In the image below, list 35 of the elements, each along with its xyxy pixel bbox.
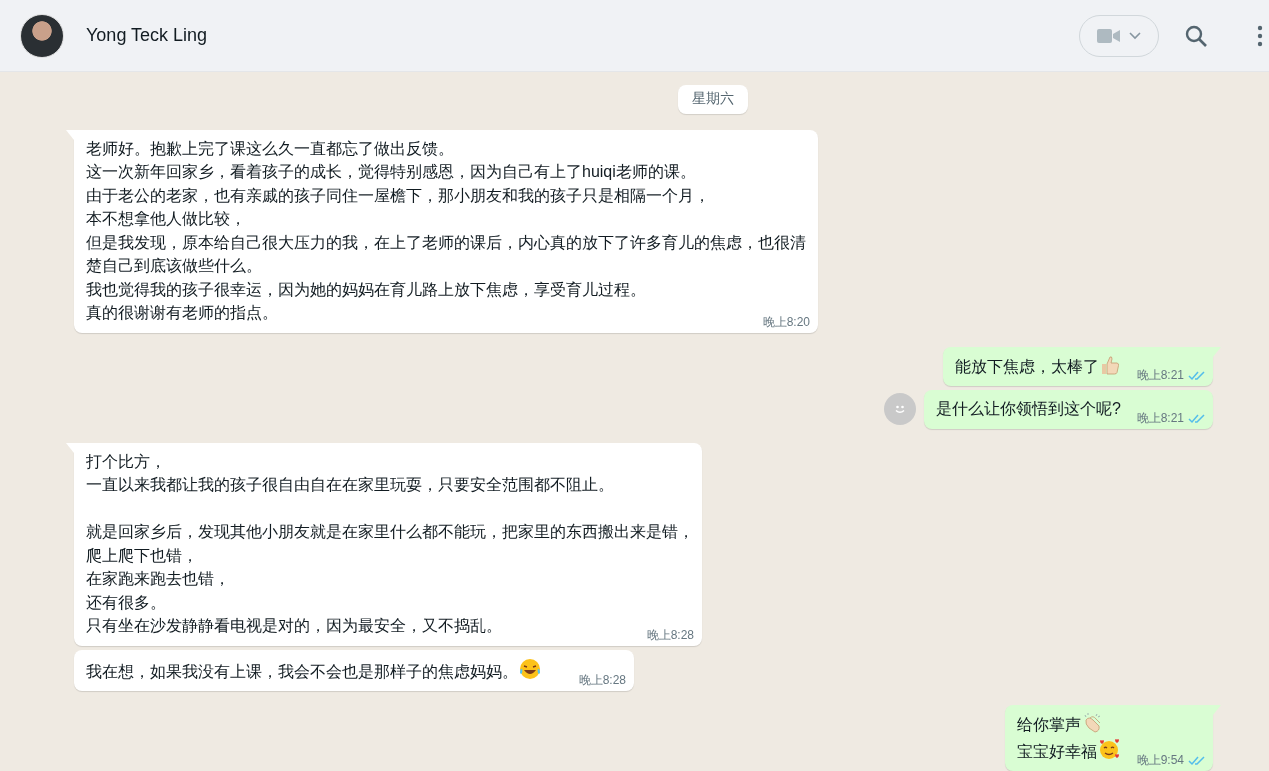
thumbs-up-icon (1099, 353, 1121, 376)
message-time: 晚上9:54 (1136, 753, 1184, 768)
message-text: 还有很多。 (86, 593, 166, 611)
message-text: 老师好。抱歉上完了课这么久一直都忘了做出反馈。 (86, 139, 454, 157)
message-text: 由于老公的老家，也有亲戚的孩子同住一屋檐下，那小朋友和我的孩子只是相隔一个月， (86, 186, 710, 204)
message-text: 但是我发现，原本给自己很大压力的我，在上了老师的课后，内心真的放下了许多育儿的焦虑，也很清楚自己到底该做些什么。 (86, 233, 806, 274)
message-text: 能放下焦虑，太棒了 (955, 357, 1099, 375)
contact-avatar[interactable] (20, 13, 64, 58)
message-text: 是什么让你领悟到这个呢? (936, 400, 1121, 417)
chevron-down-icon (1129, 31, 1141, 40)
message-text: 本不想拿他人做比较， (86, 210, 246, 227)
message-text: 宝宝好幸福 (1017, 742, 1097, 760)
message-time: 晚上8:20 (762, 314, 810, 330)
message-text: 我在想，如果我没有上课，我会不会也是那样子的焦虑妈妈。 (86, 662, 518, 680)
menu-icon[interactable] (1257, 24, 1263, 47)
message-text: 给你掌声 (1017, 716, 1081, 733)
message-text: 真的很谢谢有老师的指点。 (86, 304, 278, 321)
smiling-face-with-hearts-icon (1097, 736, 1121, 761)
contact-name[interactable]: Yong Teck Ling (86, 25, 208, 46)
video-camera-icon (1097, 27, 1121, 44)
message-time: 晚上8:28 (646, 627, 694, 643)
message-time: 晚上8:28 (578, 673, 626, 688)
message-text: 我也觉得我的孩子很幸运，因为她的妈妈在育儿路上放下焦虑，享受育儿过程。 (86, 280, 646, 298)
date-chip: 星期六 (678, 84, 748, 114)
message-text: 在家跑来跑去也错， (86, 570, 230, 587)
message-text: 爬上爬下也错， (86, 546, 198, 564)
message-text: 一直以来我都让我的孩子很自由自在在家里玩耍，只要安全范围都不阻止。 (86, 476, 614, 493)
search-icon[interactable] (1185, 24, 1207, 47)
laughing-face-icon (518, 656, 542, 681)
message-text: 只有坐在沙发静静看电视是对的，因为最安全，又不捣乱。 (86, 617, 502, 634)
message-time: 晚上8:21 (1136, 410, 1184, 426)
message-time: 晚上8:21 (1136, 368, 1184, 383)
message-text: 就是回家乡后，发现其他小朋友就是在家里什么都不能玩，把家里的东西搬出来是错， (86, 523, 694, 540)
message-text: 这一次新年回家乡，看着孩子的成长，觉得特别感恩，因为自己有上了huiqi老师的课。 (86, 163, 696, 180)
message-text: 打个比方， (86, 452, 166, 470)
